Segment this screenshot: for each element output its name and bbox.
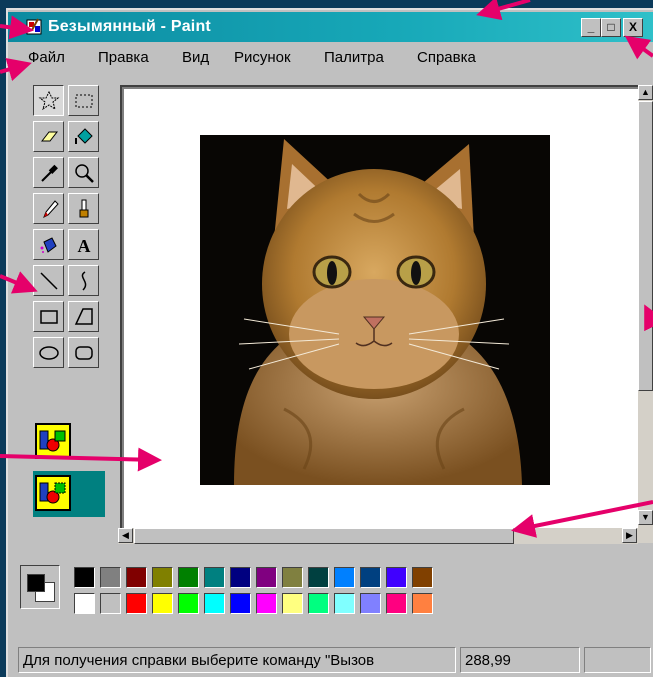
text-icon: A xyxy=(77,236,90,256)
status-bar: Для получения справки выберите команду "… xyxy=(18,646,653,675)
horizontal-scrollbar[interactable]: ◀ ▶ xyxy=(118,528,638,544)
rectangle-icon xyxy=(39,309,58,324)
menu-file[interactable]: Файл xyxy=(28,49,65,66)
palette-swatch[interactable] xyxy=(74,567,95,588)
menu-help[interactable]: Справка xyxy=(417,49,476,66)
pencil-tool[interactable] xyxy=(33,193,64,224)
line-tool[interactable] xyxy=(33,265,64,296)
palette-swatch[interactable] xyxy=(74,593,95,614)
horizontal-scroll-thumb[interactable] xyxy=(134,528,514,544)
brush-icon xyxy=(79,199,88,217)
palette-swatch[interactable] xyxy=(204,593,225,614)
rect-select-icon xyxy=(75,94,92,107)
palette-swatch[interactable] xyxy=(126,593,147,614)
current-colors xyxy=(20,565,60,609)
vertical-scrollbar[interactable]: ▲ ▼ xyxy=(638,85,653,543)
polygon-tool[interactable] xyxy=(68,301,99,332)
palette-swatch[interactable] xyxy=(152,593,173,614)
text-tool[interactable]: A xyxy=(68,229,99,260)
palette-swatch[interactable] xyxy=(334,567,355,588)
transparent-option-icon xyxy=(39,482,66,504)
palette-swatch[interactable] xyxy=(126,567,147,588)
rounded-rect-icon xyxy=(74,345,93,360)
opaque-option-icon xyxy=(39,430,66,452)
scroll-left-button[interactable]: ◀ xyxy=(118,528,133,543)
svg-text:A: A xyxy=(77,236,90,256)
maximize-button[interactable]: □ xyxy=(601,18,621,37)
line-icon xyxy=(39,271,58,290)
ellipse-icon xyxy=(38,345,59,360)
close-button[interactable]: X xyxy=(623,18,643,37)
menu-palette[interactable]: Палитра xyxy=(324,49,384,66)
polygon-icon xyxy=(74,307,93,325)
fill-icon xyxy=(74,127,93,144)
transparent-option[interactable] xyxy=(35,475,71,511)
palette-swatch[interactable] xyxy=(178,567,199,588)
palette-swatch[interactable] xyxy=(230,593,251,614)
palette-swatch[interactable] xyxy=(152,567,173,588)
cat-photo xyxy=(200,135,550,485)
palette-swatch[interactable] xyxy=(308,593,329,614)
airbrush-icon xyxy=(40,236,57,253)
curve-icon xyxy=(81,270,86,291)
free-select-tool[interactable] xyxy=(33,85,64,116)
paint-app-icon xyxy=(26,18,42,35)
scroll-up-button[interactable]: ▲ xyxy=(638,85,653,100)
palette-swatch[interactable] xyxy=(256,593,277,614)
palette-swatch[interactable] xyxy=(282,593,303,614)
palette-swatch[interactable] xyxy=(204,567,225,588)
scroll-down-button[interactable]: ▼ xyxy=(638,510,653,525)
palette-swatch[interactable] xyxy=(360,567,381,588)
menu-edit[interactable]: Правка xyxy=(98,49,149,66)
pick-color-icon xyxy=(40,164,58,182)
magnifier-tool[interactable] xyxy=(68,157,99,188)
palette-swatch[interactable] xyxy=(282,567,303,588)
rounded-rect-tool[interactable] xyxy=(68,337,99,368)
palette-swatch[interactable] xyxy=(360,593,381,614)
palette-swatch[interactable] xyxy=(334,593,355,614)
fill-tool[interactable] xyxy=(68,121,99,152)
brush-tool[interactable] xyxy=(68,193,99,224)
airbrush-tool[interactable] xyxy=(33,229,64,260)
status-size xyxy=(584,647,651,673)
palette-swatch[interactable] xyxy=(100,593,121,614)
palette-swatch[interactable] xyxy=(100,567,121,588)
palette-swatch[interactable] xyxy=(178,593,199,614)
status-coordinates: 288,99 xyxy=(460,647,580,673)
palette-swatch[interactable] xyxy=(386,567,407,588)
toolbox: A xyxy=(31,83,105,523)
curve-tool[interactable] xyxy=(68,265,99,296)
menu-view[interactable]: Вид xyxy=(182,49,209,66)
palette-swatch[interactable] xyxy=(256,567,277,588)
rectangle-tool[interactable] xyxy=(33,301,64,332)
pencil-icon xyxy=(42,199,59,218)
foreground-color-swatch[interactable] xyxy=(27,574,45,592)
eraser-icon xyxy=(40,131,58,141)
drawing-canvas[interactable] xyxy=(124,89,638,528)
minimize-button[interactable]: _ xyxy=(581,18,601,37)
ellipse-tool[interactable] xyxy=(33,337,64,368)
option-panel xyxy=(33,471,105,517)
scroll-right-button[interactable]: ▶ xyxy=(622,528,637,543)
title-bar[interactable]: Безымянный - Paint _ □ X xyxy=(8,12,653,42)
menu-image[interactable]: Рисунок xyxy=(234,49,291,66)
palette-swatch[interactable] xyxy=(386,593,407,614)
free-select-icon xyxy=(38,90,59,110)
rect-select-tool[interactable] xyxy=(68,85,99,116)
palette-swatch[interactable] xyxy=(412,567,433,588)
menu-bar: Файл Правка Вид Рисунок Палитра Справка xyxy=(8,44,653,70)
palette-swatch[interactable] xyxy=(230,567,251,588)
color-palette xyxy=(20,563,460,619)
vertical-scroll-thumb[interactable] xyxy=(638,101,653,391)
eraser-tool[interactable] xyxy=(33,121,64,152)
opaque-option[interactable] xyxy=(35,423,71,459)
pick-color-tool[interactable] xyxy=(33,157,64,188)
magnifier-icon xyxy=(74,163,94,183)
status-help-text: Для получения справки выберите команду "… xyxy=(18,647,456,673)
palette-swatch[interactable] xyxy=(308,567,329,588)
palette-swatch[interactable] xyxy=(412,593,433,614)
window-title: Безымянный - Paint xyxy=(48,18,211,35)
